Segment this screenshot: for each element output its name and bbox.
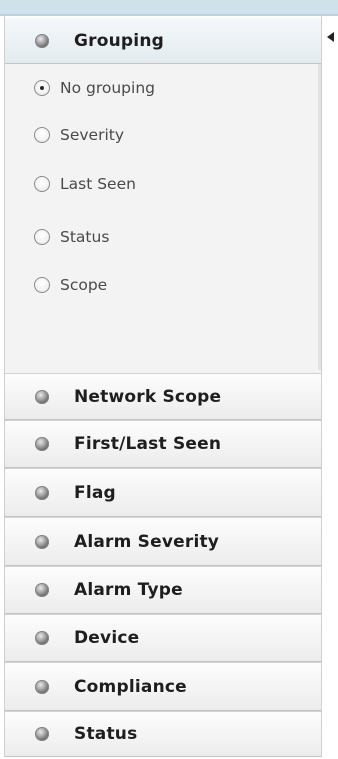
collapse-panel-icon[interactable]: [327, 32, 334, 42]
section-title: Compliance: [74, 676, 187, 697]
radio-label: Status: [60, 228, 110, 246]
section-title: Alarm Type: [74, 580, 183, 600]
section-bullet-icon: [35, 727, 49, 741]
radio-button[interactable]: [34, 80, 50, 96]
section-bullet-icon: [35, 485, 49, 500]
section-header-device[interactable]: Device: [5, 614, 321, 662]
section-header-compliance[interactable]: Compliance: [5, 662, 321, 711]
radio-option-last-seen[interactable]: Last Seen: [34, 171, 136, 197]
section-title: Status: [74, 724, 138, 744]
scrollbar-track[interactable]: [318, 64, 321, 370]
grouping-options: No grouping Severity Last Seen Status Sc…: [5, 64, 321, 375]
radio-button[interactable]: [34, 229, 50, 245]
radio-label: Last Seen: [60, 175, 136, 193]
section-title: Network Scope: [74, 386, 222, 407]
section-bullet-icon: [35, 33, 49, 48]
section-bullet-icon: [35, 583, 49, 597]
section-header-first-last-seen[interactable]: First/Last Seen: [5, 420, 321, 468]
section-title: Grouping: [74, 30, 164, 51]
section-header-grouping[interactable]: Grouping: [5, 18, 321, 64]
section-bullet-icon: [35, 631, 49, 645]
radio-option-no-grouping[interactable]: No grouping: [34, 75, 155, 101]
section-header-status[interactable]: Status: [5, 711, 321, 757]
section-bullet-icon: [35, 389, 49, 404]
radio-button[interactable]: [34, 127, 50, 143]
radio-button[interactable]: [34, 176, 50, 192]
radio-label: No grouping: [60, 79, 155, 97]
section-header-alarm-type[interactable]: Alarm Type: [5, 566, 321, 614]
radio-option-severity[interactable]: Severity: [34, 122, 124, 148]
section-header-alarm-severity[interactable]: Alarm Severity: [5, 517, 321, 566]
section-title: Alarm Severity: [74, 531, 220, 552]
section-bullet-icon: [35, 437, 49, 451]
radio-label: Scope: [60, 276, 108, 294]
top-band: [0, 0, 338, 16]
radio-option-scope[interactable]: Scope: [34, 272, 107, 298]
section-bullet-icon: [35, 534, 49, 549]
section-header-flag[interactable]: Flag: [5, 468, 321, 517]
section-title: Device: [74, 628, 140, 648]
radio-label: Severity: [60, 126, 125, 144]
section-bullet-icon: [35, 679, 49, 694]
radio-option-status[interactable]: Status: [34, 224, 109, 250]
section-header-network-scope[interactable]: Network Scope: [5, 373, 321, 420]
radio-button[interactable]: [34, 277, 50, 293]
section-title: Flag: [74, 482, 116, 503]
section-title: First/Last Seen: [74, 434, 222, 454]
